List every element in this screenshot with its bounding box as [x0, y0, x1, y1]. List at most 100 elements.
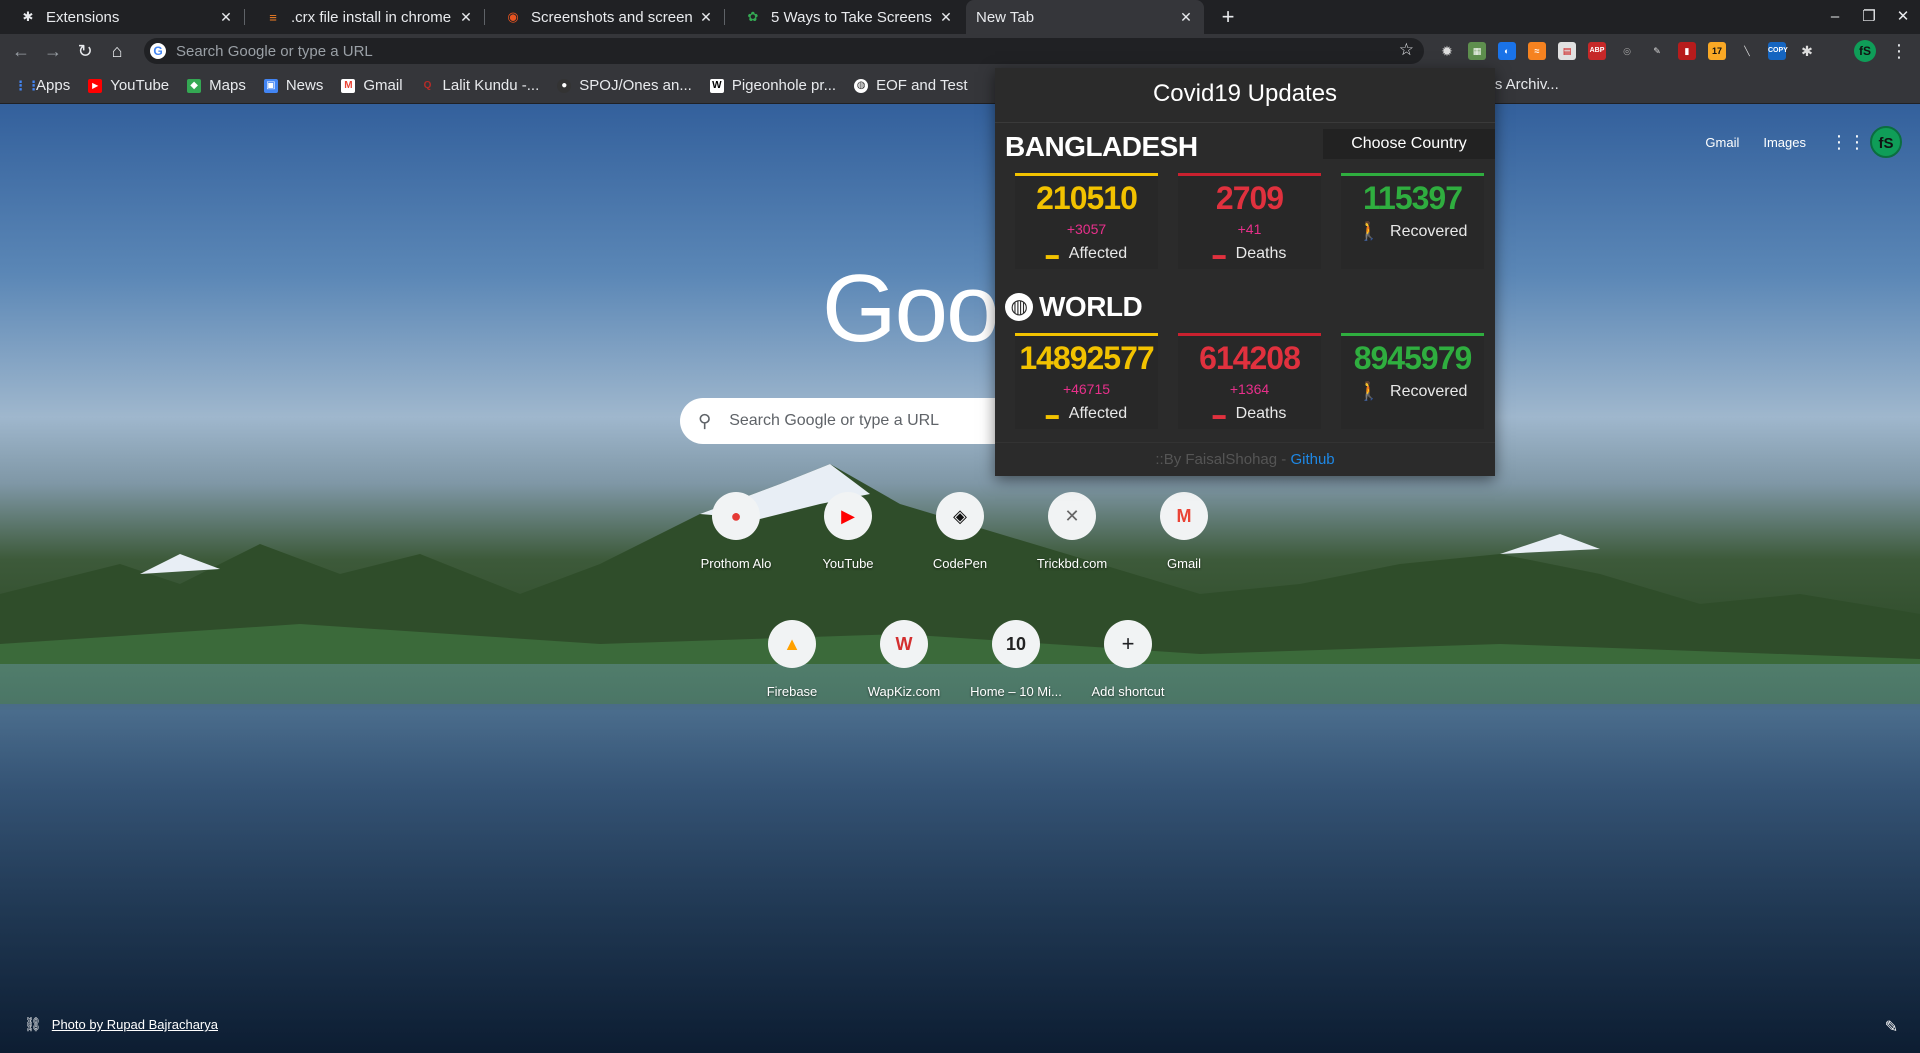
pen-icon[interactable]: ✎: [1648, 42, 1666, 60]
gmail-link[interactable]: Gmail: [1705, 135, 1739, 150]
copy-extension-icon[interactable]: COPY: [1768, 42, 1788, 60]
recovered-label-text: Recovered: [1390, 382, 1468, 400]
affected-label: ▬ Affected: [1015, 245, 1158, 263]
shortcut-firebase[interactable]: ▲ Firebase: [736, 620, 848, 699]
shortcut-youtube[interactable]: ▶ YouTube: [792, 492, 904, 571]
add-shortcut-button[interactable]: + Add shortcut: [1072, 620, 1184, 699]
wapkiz-icon: W: [880, 620, 928, 668]
tab-screenshots[interactable]: ◉ Screenshots and screenca ✕: [485, 0, 724, 34]
toolbar: ← → ↻ ⌂ G Search Google or type a URL ☆ …: [0, 34, 1920, 68]
adblock-plus-icon[interactable]: ABP: [1588, 42, 1606, 60]
tab-crx-install[interactable]: ≡ .crx file install in chrome - ✕: [245, 0, 484, 34]
images-link[interactable]: Images: [1763, 135, 1806, 150]
walking-person-icon: 🚶: [1357, 381, 1381, 401]
github-link[interactable]: Github: [1290, 451, 1334, 468]
account-avatar[interactable]: fS: [1870, 126, 1902, 158]
country-name: BANGLADESH: [1005, 131, 1198, 163]
chrome-remote-icon[interactable]: ◐: [1498, 42, 1516, 60]
shortcut-label: Add shortcut: [1091, 684, 1165, 699]
ext-feather-icon[interactable]: ╲: [1738, 42, 1756, 60]
country-name-text: BANGLADESH: [1005, 131, 1198, 162]
bookmark-lalit-kundu[interactable]: Q Lalit Kundu -...: [421, 77, 540, 94]
tab-5-ways[interactable]: ✿ 5 Ways to Take Screensho ✕: [725, 0, 964, 34]
author-credit: ::By FaisalShohag -: [1155, 451, 1287, 468]
recovered-count: 115397: [1362, 180, 1463, 216]
ext-doc-icon[interactable]: ▤: [1558, 42, 1576, 60]
bookmark-news[interactable]: ▣ News: [263, 77, 324, 94]
deaths-count: 2709: [1215, 180, 1284, 216]
bookmark-apps[interactable]: ⋮⋮ Apps: [14, 77, 70, 94]
close-icon[interactable]: ✕: [458, 9, 474, 25]
bookmark-pigeonhole[interactable]: W Pigeonhole pr...: [709, 77, 837, 94]
close-icon[interactable]: ✕: [698, 9, 714, 25]
ext-red-icon[interactable]: ▮: [1678, 42, 1696, 60]
trickbd-icon: ✕: [1048, 492, 1096, 540]
shortcut-wapkiz[interactable]: W WapKiz.com: [848, 620, 960, 699]
settings-gear-icon[interactable]: ✹: [1438, 42, 1456, 60]
bookmark-label: Pigeonhole pr...: [731, 77, 837, 94]
google-g-icon: G: [150, 43, 166, 59]
bed-icon: ▬: [1045, 406, 1059, 422]
covid-extension-icon[interactable]: ▦: [1468, 42, 1486, 60]
ext-circle-icon[interactable]: ◎: [1618, 42, 1636, 60]
deaths-delta: +41: [1237, 221, 1262, 237]
photo-credit[interactable]: ⛓ Photo by Rupad Bajracharya: [24, 1016, 218, 1033]
recovered-count: 8945979: [1353, 340, 1473, 376]
reload-icon[interactable]: ↻: [72, 38, 98, 64]
bookmark-spoj[interactable]: ● SPOJ/Ones an...: [557, 77, 692, 94]
deaths-count: 614208: [1199, 340, 1301, 376]
bookmark-maps[interactable]: ◆ Maps: [187, 77, 246, 94]
bookmark-label: EOF and Test: [876, 77, 968, 94]
ext-badge-icon[interactable]: 17: [1708, 42, 1726, 60]
choose-country-button[interactable]: Choose Country: [1323, 129, 1495, 159]
close-window-icon[interactable]: ✕: [1886, 0, 1920, 34]
world-affected-card: 14892577 +46715 ▬ Affected: [1015, 333, 1158, 429]
shortcut-label: WapKiz.com: [867, 684, 941, 699]
tab-new-tab[interactable]: New Tab ✕: [966, 0, 1204, 34]
google-apps-icon[interactable]: ⋮⋮⋮: [1830, 132, 1884, 152]
shortcut-prothom-alo[interactable]: ● Prothom Alo: [680, 492, 792, 571]
forward-arrow-icon[interactable]: →: [40, 38, 66, 64]
new-tab-button[interactable]: +: [1214, 3, 1242, 31]
bookmark-label: News: [285, 77, 324, 94]
country-stats: 210510 +3057 ▬ Affected 2709 +41 ▬ Deaths …: [1015, 173, 1504, 269]
world-deaths-card: 614208 +1364 ▬ Deaths: [1178, 333, 1321, 429]
minimize-icon[interactable]: –: [1818, 0, 1852, 34]
shortcut-label: Gmail: [1167, 556, 1201, 571]
restore-icon[interactable]: ❐: [1852, 0, 1886, 34]
bookmark-gmail[interactable]: M Gmail: [341, 77, 403, 94]
shortcut-codepen[interactable]: ◈ CodePen: [904, 492, 1016, 571]
bookmark-eof[interactable]: ◍ EOF and Test: [854, 77, 968, 94]
close-icon[interactable]: ✕: [218, 9, 234, 25]
world-name: ◍ WORLD: [1005, 291, 1143, 323]
shortcut-home-10-minute[interactable]: 10 Home – 10 Mi...: [960, 620, 1072, 699]
shortcut-label: CodePen: [932, 556, 988, 571]
bookmark-star-icon[interactable]: ☆: [1399, 40, 1414, 60]
news-icon: ▣: [263, 78, 278, 93]
deaths-label: ▬ Deaths: [1178, 245, 1321, 263]
shortcut-trickbd[interactable]: ✕ Trickbd.com: [1016, 492, 1128, 571]
customize-pencil-icon[interactable]: ✎: [1885, 1017, 1898, 1037]
country-recovered-card: 115397 🚶 Recovered: [1341, 173, 1484, 269]
stackoverflow-icon: ≡: [269, 9, 277, 25]
menu-dots-icon[interactable]: ⋮: [1890, 40, 1908, 62]
new-tab-page: Gmail Images ⋮⋮⋮ fS Google ⚲ Search Goog…: [0, 104, 1920, 1053]
site-icon: ✿: [747, 9, 759, 24]
address-bar[interactable]: G Search Google or type a URL ☆: [144, 38, 1424, 64]
affected-delta: +46715: [1062, 381, 1111, 397]
close-icon[interactable]: ✕: [1178, 9, 1194, 25]
profile-avatar[interactable]: fS: [1854, 40, 1876, 62]
home-icon[interactable]: ⌂: [104, 38, 130, 64]
close-icon[interactable]: ✕: [938, 9, 954, 25]
ubuntu-icon: ◉: [507, 9, 519, 24]
bookmark-youtube[interactable]: ▶ YouTube: [88, 77, 169, 94]
extensions-puzzle-icon[interactable]: ✱: [1798, 42, 1816, 60]
ext-orange-icon[interactable]: ≈: [1528, 42, 1546, 60]
world-recovered-card: 8945979 🚶 Recovered: [1341, 333, 1484, 429]
back-arrow-icon[interactable]: ←: [8, 38, 34, 64]
tab-title: Extensions: [46, 8, 120, 26]
shortcut-gmail[interactable]: M Gmail: [1128, 492, 1240, 571]
prothom-alo-icon: ●: [712, 492, 760, 540]
walking-person-icon: 🚶: [1357, 221, 1381, 241]
tab-extensions[interactable]: ✱ Extensions ✕: [0, 0, 244, 34]
